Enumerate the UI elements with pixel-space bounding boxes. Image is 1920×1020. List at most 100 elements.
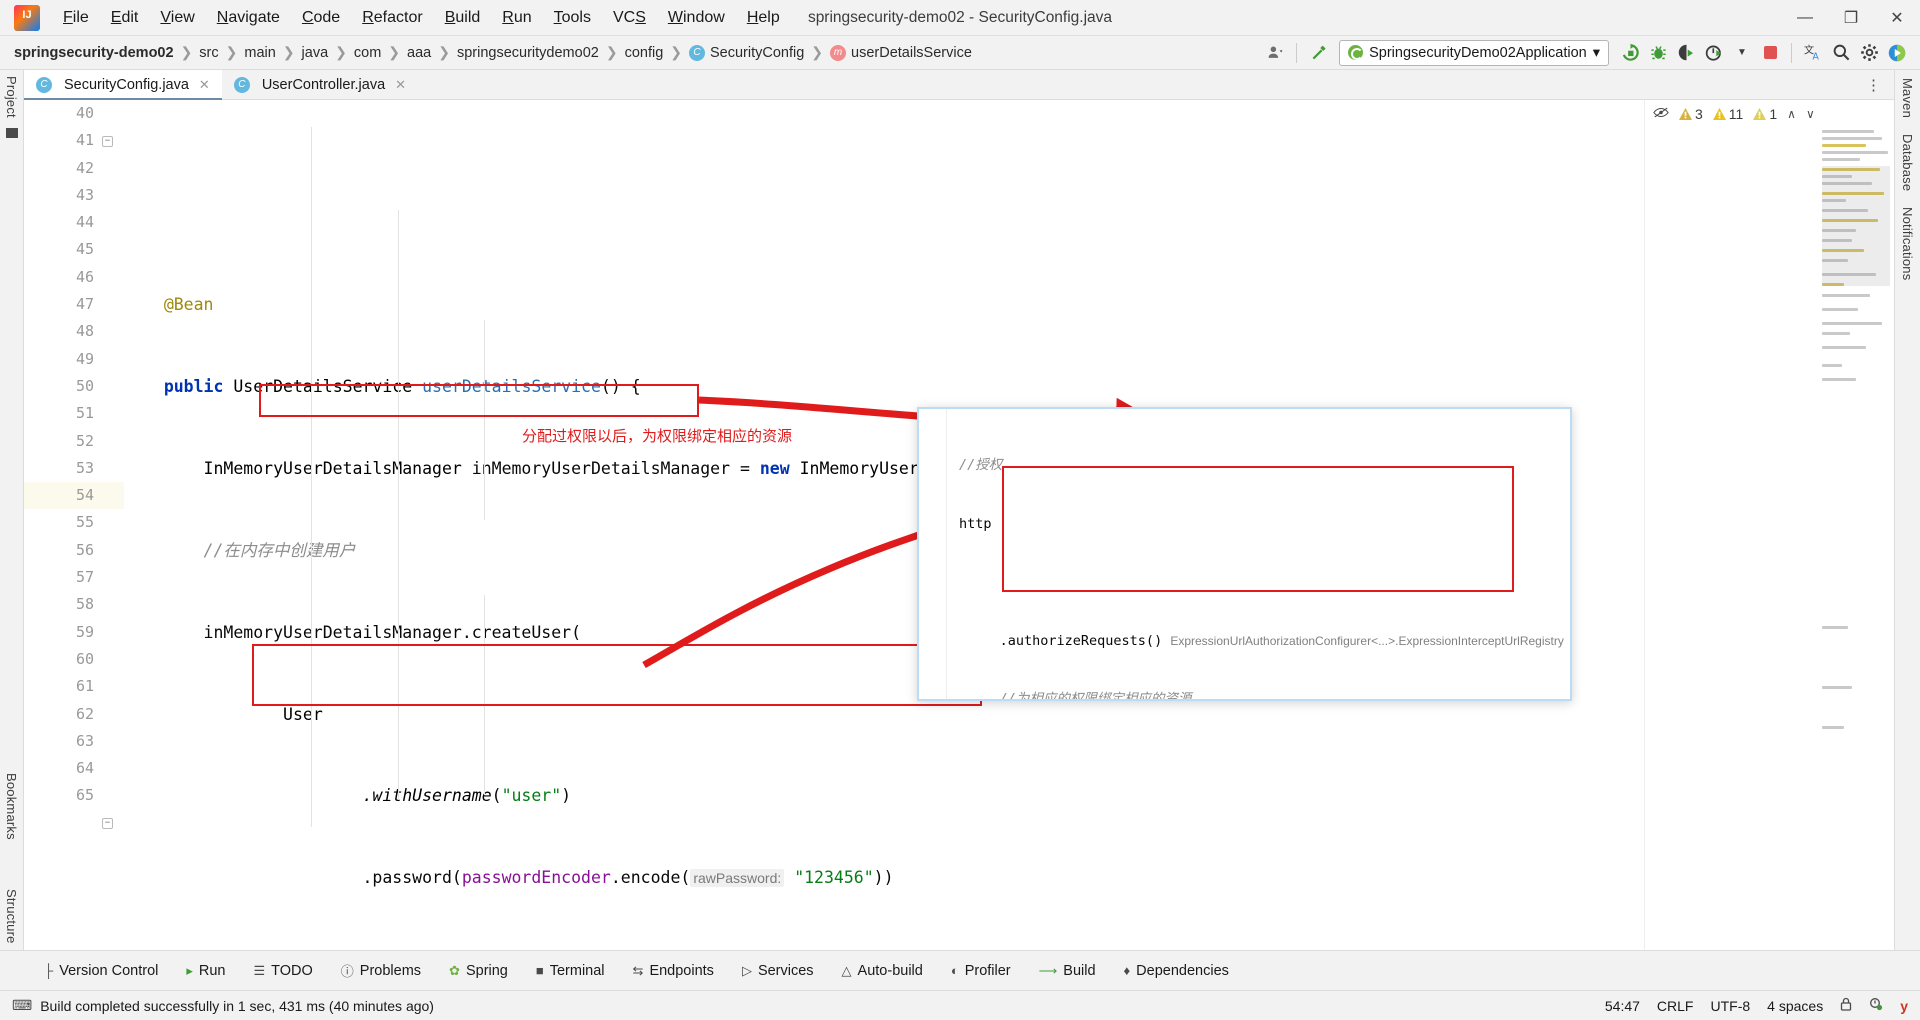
menu-file[interactable]: File — [52, 5, 100, 31]
indent-setting[interactable]: 4 spaces — [1767, 998, 1823, 1014]
sidebar-item-project[interactable]: Project — [4, 76, 19, 118]
code-popup-panel[interactable]: //授权 http .authorizeRequests() Expressio… — [917, 407, 1572, 701]
stop-button[interactable] — [1757, 40, 1783, 66]
weak-warning-count[interactable]: 1 — [1753, 106, 1777, 122]
status-message[interactable]: Build completed successfully in 1 sec, 4… — [40, 998, 434, 1014]
line-number: 40 — [75, 104, 94, 122]
inspections-icon[interactable] — [1869, 997, 1883, 1014]
breadcrumb-item-src[interactable]: src — [199, 45, 218, 61]
sidebar-item-maven[interactable]: Maven — [1900, 78, 1915, 118]
popup-code: //授权 http .authorizeRequests() Expressio… — [919, 409, 1570, 699]
breadcrumb-item-com[interactable]: com — [354, 45, 381, 61]
menu-code[interactable]: Code — [291, 5, 351, 31]
breadcrumb-item-package[interactable]: springsecuritydemo02 — [457, 45, 599, 61]
settings-gear-icon[interactable] — [1856, 40, 1882, 66]
tab-securityconfig[interactable]: C SecurityConfig.java ✕ — [24, 70, 222, 100]
tool-window-run[interactable]: ▸ Run — [172, 963, 239, 979]
menu-tools[interactable]: Tools — [543, 5, 602, 31]
sidebar-item-notifications[interactable]: Notifications — [1900, 207, 1915, 280]
menu-help[interactable]: Help — [736, 5, 791, 31]
translate-icon[interactable]: 文A — [1800, 40, 1826, 66]
search-icon[interactable] — [1828, 40, 1854, 66]
tool-window-auto-build[interactable]: △ Auto-build — [828, 963, 937, 979]
lock-icon[interactable] — [1840, 997, 1852, 1014]
line-number: 65 — [75, 786, 94, 805]
menu-build[interactable]: Build — [434, 5, 492, 31]
updates-icon[interactable] — [1884, 40, 1910, 66]
line-number: 56 — [75, 540, 94, 559]
close-icon[interactable]: ✕ — [395, 77, 406, 93]
chevron-up-icon[interactable]: ∧ — [1787, 107, 1796, 121]
editor-minimap[interactable] — [1822, 126, 1890, 950]
eye-icon[interactable] — [1653, 106, 1669, 122]
line-number: 51 — [75, 404, 94, 423]
editor-tab-bar: C SecurityConfig.java ✕ C UserController… — [24, 70, 1894, 100]
debug-icon[interactable] — [1645, 40, 1671, 66]
annotation-note: 分配过权限以后，为权限绑定相应的资源 — [522, 428, 793, 445]
fold-collapse-icon[interactable]: − — [102, 136, 113, 147]
menu-vcs[interactable]: VCS — [602, 5, 657, 31]
breadcrumb-item-main[interactable]: main — [244, 45, 275, 61]
minimize-button[interactable]: — — [1782, 0, 1828, 36]
menu-navigate[interactable]: Navigate — [206, 5, 291, 31]
tool-window-build[interactable]: ⟶ Build — [1025, 963, 1110, 979]
tab-usercontroller[interactable]: C UserController.java ✕ — [222, 70, 418, 99]
menu-view[interactable]: View — [149, 5, 205, 31]
tool-window-problems[interactable]: ⓘ Problems — [327, 961, 435, 980]
file-encoding[interactable]: UTF-8 — [1710, 998, 1750, 1014]
breadcrumb-item-project[interactable]: springsecurity-demo02 — [14, 45, 174, 61]
menu-run[interactable]: Run — [491, 5, 542, 31]
tool-window-profiler[interactable]: ◐ Profiler — [937, 963, 1025, 979]
line-number: 62 — [75, 704, 94, 723]
sidebar-item-database[interactable]: Database — [1900, 134, 1915, 191]
warning-count[interactable]: 11 — [1712, 106, 1743, 122]
user-icon[interactable] — [1262, 40, 1288, 66]
tool-window-todo[interactable]: ☰ TODO — [240, 963, 327, 979]
caret-position[interactable]: 54:47 — [1605, 998, 1640, 1014]
menu-refactor[interactable]: Refactor — [351, 5, 433, 31]
status-bar-right: 54:47 CRLF UTF-8 4 spaces y — [1605, 997, 1908, 1014]
menu-edit[interactable]: Edit — [100, 5, 150, 31]
rerun-icon[interactable] — [1617, 40, 1643, 66]
maximize-button[interactable]: ❐ — [1828, 0, 1874, 36]
line-number: 57 — [75, 568, 94, 587]
breadcrumb-item-method[interactable]: m userDetailsService — [830, 44, 972, 61]
tool-window-services[interactable]: ▷ Services — [728, 963, 828, 979]
close-button[interactable]: ✕ — [1874, 0, 1920, 36]
code-editor[interactable]: 40 41 42 43 44 45 46 47 48 49 50 51 52 5… — [24, 100, 1894, 950]
branch-icon: ├ — [44, 963, 54, 978]
chevron-down-icon[interactable]: ∨ — [1806, 107, 1815, 121]
fold-collapse-icon[interactable]: − — [102, 818, 113, 829]
breadcrumb-item-class[interactable]: C SecurityConfig — [689, 44, 804, 61]
spring-icon: ✿ — [449, 962, 460, 978]
build-icon[interactable] — [1305, 40, 1331, 66]
profile-icon[interactable] — [1701, 40, 1727, 66]
line-number: 44 — [75, 213, 94, 232]
breadcrumb-item-aaa[interactable]: aaa — [407, 45, 431, 61]
run-configuration-selector[interactable]: SpringsecurityDemo02Application ▾ — [1339, 39, 1609, 66]
inspection-widget[interactable]: 3 11 1 ∧ ∨ — [1653, 106, 1815, 122]
code-line: @Bean — [163, 295, 214, 315]
line-number: 50 — [75, 376, 94, 395]
close-icon[interactable]: ✕ — [199, 77, 210, 93]
sidebar-item-bookmarks[interactable]: Bookmarks — [4, 773, 19, 840]
tool-window-terminal[interactable]: ■ Terminal — [522, 963, 619, 979]
chevron-down-icon[interactable]: ▼ — [1729, 40, 1755, 66]
breadcrumb-item-java[interactable]: java — [302, 45, 329, 61]
breadcrumb-item-config[interactable]: config — [625, 45, 664, 61]
tab-options-icon[interactable]: ⋮ — [1854, 70, 1894, 99]
editor-gutter[interactable]: 40 41 42 43 44 45 46 47 48 49 50 51 52 5… — [24, 100, 124, 950]
tool-window-spring[interactable]: ✿ Spring — [435, 963, 522, 979]
line-number: 53 — [75, 458, 94, 477]
notify-icon[interactable]: y — [1900, 998, 1908, 1014]
menu-window[interactable]: Window — [657, 5, 736, 31]
sidebar-item-structure[interactable]: Structure — [4, 889, 19, 944]
line-separator[interactable]: CRLF — [1657, 998, 1694, 1014]
svg-text:A: A — [1812, 52, 1819, 62]
status-icon: ⌨ — [12, 997, 33, 1013]
tool-window-version-control[interactable]: ├ Version Control — [30, 963, 172, 979]
tool-window-endpoints[interactable]: ⇆ Endpoints — [619, 963, 728, 979]
run-with-coverage-icon[interactable] — [1673, 40, 1699, 66]
tool-window-dependencies[interactable]: ♦ Dependencies — [1110, 963, 1243, 979]
error-count[interactable]: 3 — [1679, 106, 1703, 122]
